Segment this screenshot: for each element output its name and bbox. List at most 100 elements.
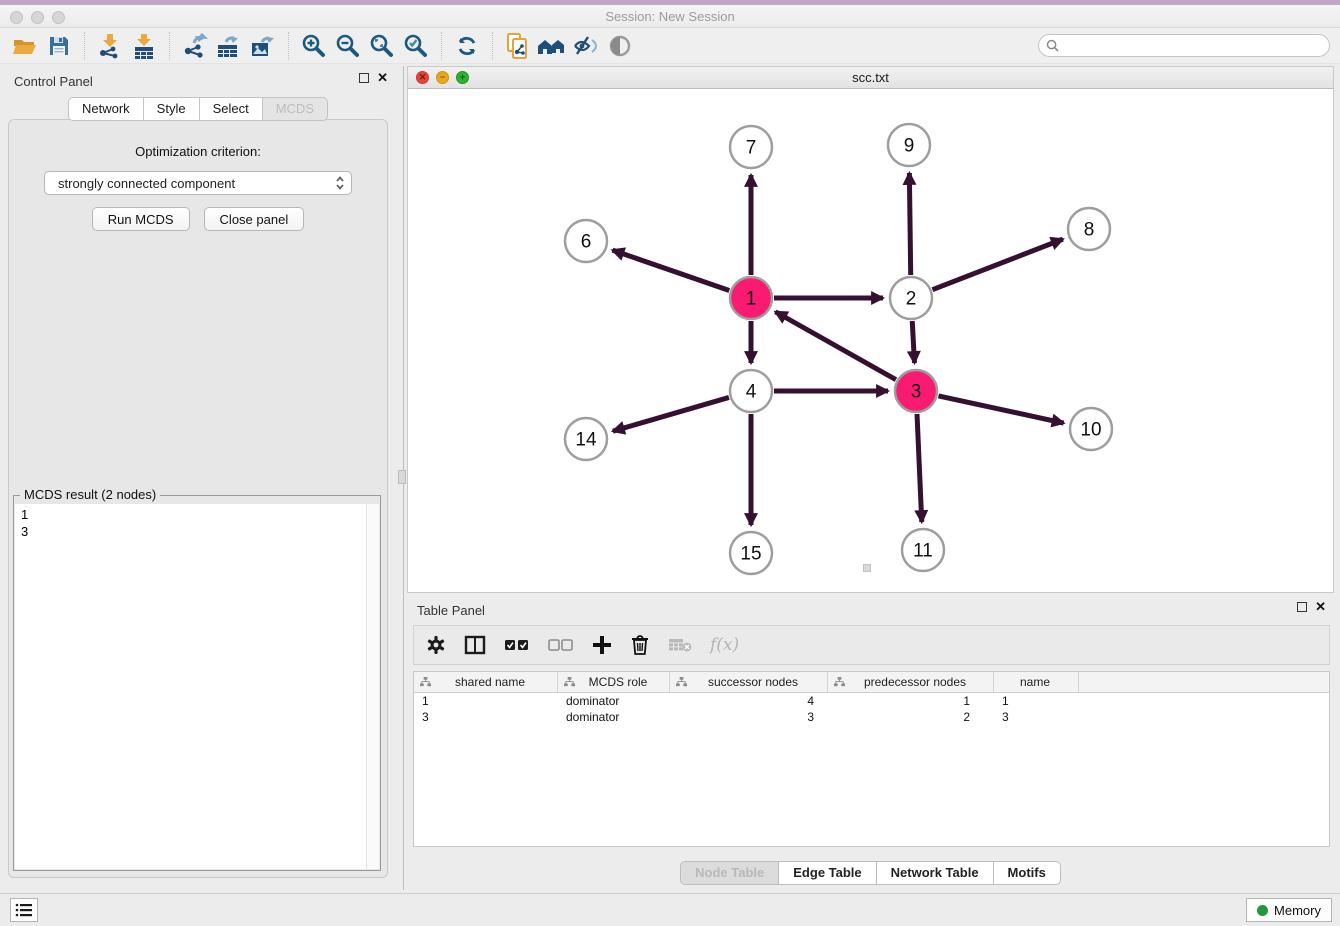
gear-icon bbox=[426, 635, 446, 655]
status-bar: Memory bbox=[0, 893, 1340, 926]
zoom-in-icon bbox=[301, 33, 327, 59]
run-mcds-button[interactable]: Run MCDS bbox=[92, 207, 190, 231]
open-folder-icon bbox=[12, 34, 38, 58]
cell-mcds-role: dominator bbox=[558, 694, 670, 708]
column-header-predecessor-nodes[interactable]: predecessor nodes bbox=[828, 672, 994, 692]
graph-edge-3-11[interactable] bbox=[917, 414, 922, 522]
close-panel-icon[interactable]: ✕ bbox=[377, 73, 388, 83]
graph-edge-3-10[interactable] bbox=[938, 396, 1063, 423]
chevron-up-down-icon bbox=[335, 175, 345, 191]
add-column-button[interactable] bbox=[592, 631, 612, 659]
column-header-name[interactable]: name bbox=[994, 672, 1079, 692]
graph-node-label-8: 8 bbox=[1084, 220, 1095, 241]
float-panel-icon[interactable] bbox=[359, 73, 369, 83]
clone-network-button[interactable] bbox=[501, 31, 535, 61]
export-image-button[interactable] bbox=[246, 31, 280, 61]
graph-edge-2-3[interactable] bbox=[912, 321, 914, 363]
optimization-criterion-label: Optimization criterion: bbox=[9, 144, 387, 159]
search-field[interactable] bbox=[1038, 34, 1330, 57]
column-header-mcds-role[interactable]: MCDS role bbox=[558, 672, 670, 692]
refresh-icon bbox=[455, 34, 479, 58]
delete-column-button[interactable] bbox=[630, 631, 650, 659]
show-eye-button[interactable] bbox=[603, 31, 637, 61]
window-title: Session: New Session bbox=[0, 9, 1340, 24]
node-table[interactable]: shared name MCDS role successor nodes pr… bbox=[413, 671, 1330, 847]
tab-select[interactable]: Select bbox=[199, 97, 262, 121]
zoom-out-button[interactable] bbox=[331, 31, 365, 61]
select-all-button[interactable] bbox=[504, 631, 530, 659]
table-row[interactable]: 3 dominator 3 2 3 bbox=[414, 709, 1329, 725]
close-panel-icon[interactable]: ✕ bbox=[1315, 602, 1326, 612]
close-panel-button[interactable]: Close panel bbox=[204, 207, 305, 231]
refresh-button[interactable] bbox=[450, 31, 484, 61]
deselect-all-icon bbox=[548, 638, 574, 652]
mcds-result-line: 1 bbox=[21, 506, 360, 523]
hide-elements-button[interactable] bbox=[569, 31, 603, 61]
open-session-button[interactable] bbox=[8, 31, 42, 61]
graph-edge-1-6[interactable] bbox=[612, 250, 729, 290]
splitter-handle[interactable] bbox=[398, 470, 406, 484]
cell-successor-nodes: 3 bbox=[670, 710, 828, 724]
zoom-fit-icon bbox=[369, 33, 395, 59]
column-header-successor-nodes[interactable]: successor nodes bbox=[670, 672, 828, 692]
search-input[interactable] bbox=[1064, 37, 1329, 55]
horizontal-splitter-handle[interactable] bbox=[863, 564, 871, 572]
tab-edge-table[interactable]: Edge Table bbox=[778, 861, 875, 885]
export-table-button[interactable] bbox=[212, 31, 246, 61]
export-network-icon bbox=[182, 33, 208, 59]
toolbar-separator bbox=[169, 32, 170, 60]
graph-edge-2-9[interactable] bbox=[909, 173, 910, 275]
table-settings-button[interactable] bbox=[426, 631, 446, 659]
tab-node-table[interactable]: Node Table bbox=[680, 861, 778, 885]
graph-edge-3-1[interactable] bbox=[775, 312, 896, 380]
graph-node-label-3: 3 bbox=[911, 382, 922, 403]
tab-style[interactable]: Style bbox=[143, 97, 199, 121]
cell-successor-nodes: 4 bbox=[670, 694, 828, 708]
graph-edge-4-14[interactable] bbox=[613, 397, 729, 431]
memory-button[interactable]: Memory bbox=[1246, 898, 1332, 922]
memory-status-icon bbox=[1257, 905, 1268, 916]
network-window-title: scc.txt bbox=[408, 70, 1333, 85]
cell-name: 3 bbox=[994, 710, 1079, 724]
zoom-selected-button[interactable] bbox=[399, 31, 433, 61]
criterion-select[interactable]: strongly connected component bbox=[44, 171, 352, 195]
float-panel-icon[interactable] bbox=[1297, 602, 1307, 612]
mcds-result-text[interactable]: 1 3 bbox=[15, 504, 366, 869]
window-titlebar: Session: New Session bbox=[0, 0, 1340, 28]
mcds-result-scrollbar[interactable] bbox=[366, 504, 379, 869]
import-network-button[interactable] bbox=[93, 31, 127, 61]
apply-function-button-disabled: f(x) bbox=[710, 631, 739, 659]
column-header-shared-name[interactable]: shared name bbox=[414, 672, 558, 692]
export-network-button[interactable] bbox=[178, 31, 212, 61]
deselect-all-button[interactable] bbox=[548, 631, 574, 659]
zoom-in-button[interactable] bbox=[297, 31, 331, 61]
show-columns-button[interactable] bbox=[464, 631, 486, 659]
import-table-icon bbox=[132, 33, 156, 59]
toolbar-separator bbox=[84, 32, 85, 60]
show-eye-icon bbox=[607, 34, 633, 58]
graph-node-label-2: 2 bbox=[906, 289, 917, 310]
graph-node-label-6: 6 bbox=[581, 232, 592, 253]
tab-network-table[interactable]: Network Table bbox=[876, 861, 993, 885]
network-canvas[interactable]: 7968124314101511 bbox=[408, 89, 1333, 592]
cell-name: 1 bbox=[994, 694, 1079, 708]
table-row[interactable]: 1 dominator 4 1 1 bbox=[414, 693, 1329, 709]
network-window-titlebar[interactable]: ✕ − + scc.txt bbox=[408, 67, 1333, 89]
mcds-result-group: MCDS result (2 nodes) 1 3 bbox=[13, 495, 381, 871]
graph-edge-2-8[interactable] bbox=[932, 239, 1062, 290]
home-button[interactable] bbox=[535, 31, 569, 61]
toolbar-separator bbox=[288, 32, 289, 60]
vertical-splitter[interactable] bbox=[396, 66, 407, 890]
zoom-selected-icon bbox=[403, 33, 429, 59]
zoom-fit-button[interactable] bbox=[365, 31, 399, 61]
network-graph[interactable]: 7968124314101511 bbox=[408, 89, 1333, 592]
tab-mcds[interactable]: MCDS bbox=[262, 97, 328, 121]
tab-motifs[interactable]: Motifs bbox=[993, 861, 1061, 885]
table-header-row: shared name MCDS role successor nodes pr… bbox=[414, 672, 1329, 693]
task-history-button[interactable] bbox=[10, 898, 38, 922]
control-panel-title: Control Panel bbox=[14, 74, 93, 89]
save-session-button[interactable] bbox=[42, 31, 76, 61]
tab-network[interactable]: Network bbox=[68, 97, 143, 121]
memory-label: Memory bbox=[1274, 903, 1321, 918]
import-table-button[interactable] bbox=[127, 31, 161, 61]
